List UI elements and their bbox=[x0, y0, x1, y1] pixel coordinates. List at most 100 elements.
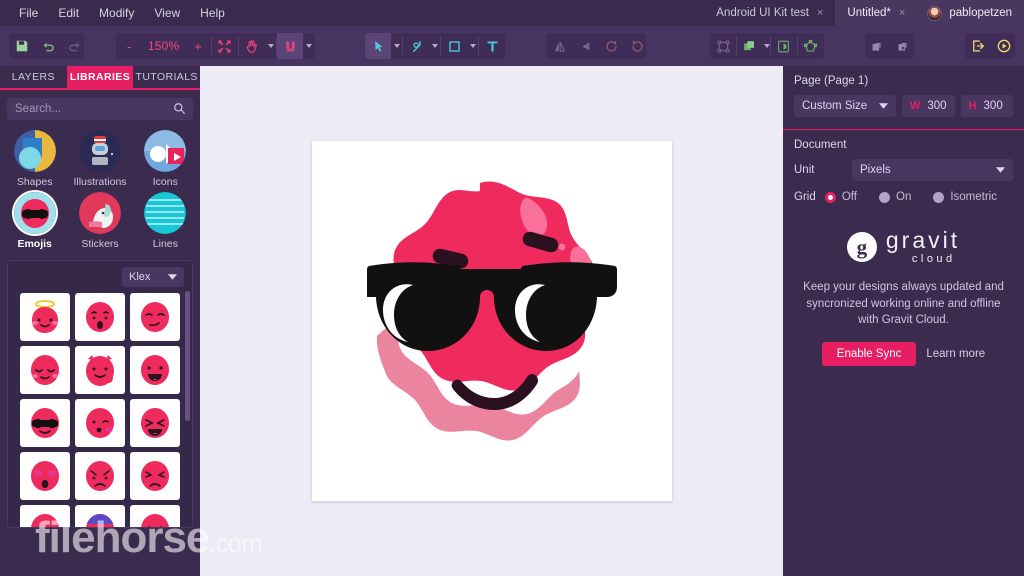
emoji-item-cold-sweat[interactable] bbox=[75, 505, 125, 528]
flip-vertical-button[interactable] bbox=[572, 33, 598, 59]
clone-button[interactable] bbox=[891, 33, 915, 59]
enable-sync-button[interactable]: Enable Sync bbox=[822, 342, 917, 366]
menu-item-modify[interactable]: Modify bbox=[90, 2, 143, 24]
document-title: Document bbox=[783, 130, 1024, 159]
pen-tool-button[interactable] bbox=[403, 33, 429, 59]
rectangle-tool-dropdown[interactable] bbox=[467, 33, 478, 59]
transform-icon bbox=[716, 39, 731, 54]
emoji-item-unamused[interactable] bbox=[130, 293, 180, 341]
undo-button[interactable] bbox=[35, 33, 61, 59]
tab-label: Android UI Kit test bbox=[716, 7, 809, 19]
library-category-lines[interactable]: Lines bbox=[133, 192, 198, 250]
emoji-item-laughing[interactable] bbox=[130, 399, 180, 447]
boolean-ops-button[interactable] bbox=[737, 33, 763, 59]
category-label: Stickers bbox=[81, 238, 118, 250]
size-preset-select[interactable]: Custom Size bbox=[794, 95, 896, 117]
grid-option-off[interactable]: Off bbox=[825, 191, 857, 203]
flip-horizontal-button[interactable] bbox=[546, 33, 572, 59]
emoji-item-devil[interactable] bbox=[75, 346, 125, 394]
snap-magnet-button[interactable] bbox=[277, 33, 303, 59]
library-category-stickers[interactable]: Stickers bbox=[67, 192, 132, 250]
brand-name: gravit bbox=[886, 229, 960, 252]
user-menu[interactable]: pablopetzen bbox=[917, 0, 1024, 26]
snap-dropdown[interactable] bbox=[303, 33, 315, 59]
mask-button[interactable] bbox=[771, 33, 797, 59]
radio-dot bbox=[825, 192, 836, 203]
fit-to-screen-button[interactable] bbox=[212, 33, 238, 59]
hand-tool-icon bbox=[244, 39, 259, 54]
document-tab-untitled[interactable]: Untitled* × bbox=[835, 0, 917, 26]
path-edit-button[interactable] bbox=[797, 33, 823, 59]
library-category-icons[interactable]: Icons bbox=[133, 130, 198, 188]
emoji-item-yawning[interactable] bbox=[130, 505, 180, 528]
pointer-tool-dropdown[interactable] bbox=[391, 33, 402, 59]
document-tab-android-ui-kit-test[interactable]: Android UI Kit test × bbox=[704, 0, 835, 26]
transform-button[interactable] bbox=[710, 33, 736, 59]
pen-tool-dropdown[interactable] bbox=[429, 33, 440, 59]
boolean-ops-dropdown[interactable] bbox=[763, 33, 771, 59]
emoji-item-grinning[interactable] bbox=[130, 346, 180, 394]
transform-group bbox=[546, 33, 646, 59]
close-icon[interactable]: × bbox=[817, 7, 823, 19]
zoom-level-display[interactable]: 150% bbox=[142, 33, 185, 59]
menu-item-view[interactable]: View bbox=[145, 2, 189, 24]
emoji-item-crying[interactable] bbox=[20, 505, 70, 528]
emoji-item-frowning[interactable] bbox=[75, 452, 125, 500]
rotate-clockwise-icon bbox=[630, 39, 645, 54]
close-icon[interactable]: × bbox=[899, 7, 905, 19]
emoji-item-heart-eyes[interactable] bbox=[20, 452, 70, 500]
library-category-shapes[interactable]: Shapes bbox=[2, 130, 67, 188]
preview-button[interactable] bbox=[991, 33, 1015, 59]
search-box[interactable] bbox=[7, 98, 193, 120]
tab-libraries[interactable]: LIBRARIES bbox=[67, 66, 134, 88]
unit-label: Unit bbox=[794, 164, 846, 176]
pointer-tool-button[interactable] bbox=[365, 33, 391, 59]
size-preset-value: Custom Size bbox=[802, 100, 867, 112]
emoji-item-surprised[interactable] bbox=[75, 293, 125, 341]
unit-select[interactable]: Pixels bbox=[852, 159, 1013, 181]
artboard[interactable] bbox=[312, 141, 672, 501]
rotate-clockwise-button[interactable] bbox=[624, 33, 646, 59]
grid-option-on[interactable]: On bbox=[879, 191, 911, 203]
emoji-item-kissing-heart[interactable] bbox=[75, 399, 125, 447]
rotate-counterclockwise-button[interactable] bbox=[598, 33, 624, 59]
emojis-thumb-icon bbox=[14, 192, 56, 234]
watermark-domain: .com bbox=[209, 528, 261, 558]
search-input[interactable] bbox=[15, 103, 185, 115]
tab-tutorials[interactable]: TUTORIALS bbox=[133, 66, 200, 88]
zoom-out-button[interactable]: - bbox=[116, 33, 142, 59]
menu-item-edit[interactable]: Edit bbox=[49, 2, 88, 24]
tab-label: Untitled* bbox=[847, 7, 890, 19]
search-wrapper bbox=[0, 90, 200, 124]
tab-layers[interactable]: LAYERS bbox=[0, 66, 67, 88]
save-button[interactable] bbox=[9, 33, 35, 59]
export-icon bbox=[970, 38, 986, 54]
learn-more-link[interactable]: Learn more bbox=[926, 348, 985, 360]
canvas-area[interactable]: filehorse.com bbox=[200, 66, 783, 576]
grid-option-isometric[interactable]: Isometric bbox=[933, 191, 997, 203]
page-height-field[interactable]: H 300 bbox=[961, 95, 1013, 117]
emoji-set-select[interactable]: Klex bbox=[122, 267, 184, 287]
emoji-item-sad[interactable] bbox=[130, 452, 180, 500]
library-category-illustrations[interactable]: Illustrations bbox=[67, 130, 132, 188]
hand-tool-button[interactable] bbox=[239, 33, 265, 59]
redo-button[interactable] bbox=[61, 33, 84, 59]
duplicate-button[interactable] bbox=[865, 33, 891, 59]
export-button[interactable] bbox=[965, 33, 991, 59]
page-width-field[interactable]: W 300 bbox=[902, 95, 955, 117]
emoji-grid-scrollbar[interactable] bbox=[185, 291, 190, 421]
text-tool-button[interactable] bbox=[479, 33, 505, 59]
emoji-item-blush-closed-eyes[interactable] bbox=[20, 346, 70, 394]
promo-text: Keep your designs always updated and syn… bbox=[799, 279, 1008, 329]
hand-tool-dropdown[interactable] bbox=[265, 33, 277, 59]
menu-item-file[interactable]: File bbox=[10, 2, 47, 24]
pointer-tool-icon bbox=[371, 39, 386, 54]
menu-item-help[interactable]: Help bbox=[191, 2, 234, 24]
right-panel: Page (Page 1) Custom Size W 300 H 300 Do… bbox=[783, 66, 1024, 576]
emoji-item-angel[interactable] bbox=[20, 293, 70, 341]
rectangle-tool-button[interactable] bbox=[441, 33, 467, 59]
emoji-item-sunglasses[interactable] bbox=[20, 399, 70, 447]
duplicate-icon bbox=[870, 39, 885, 54]
zoom-in-button[interactable]: + bbox=[185, 33, 211, 59]
library-category-emojis[interactable]: Emojis bbox=[2, 192, 67, 250]
